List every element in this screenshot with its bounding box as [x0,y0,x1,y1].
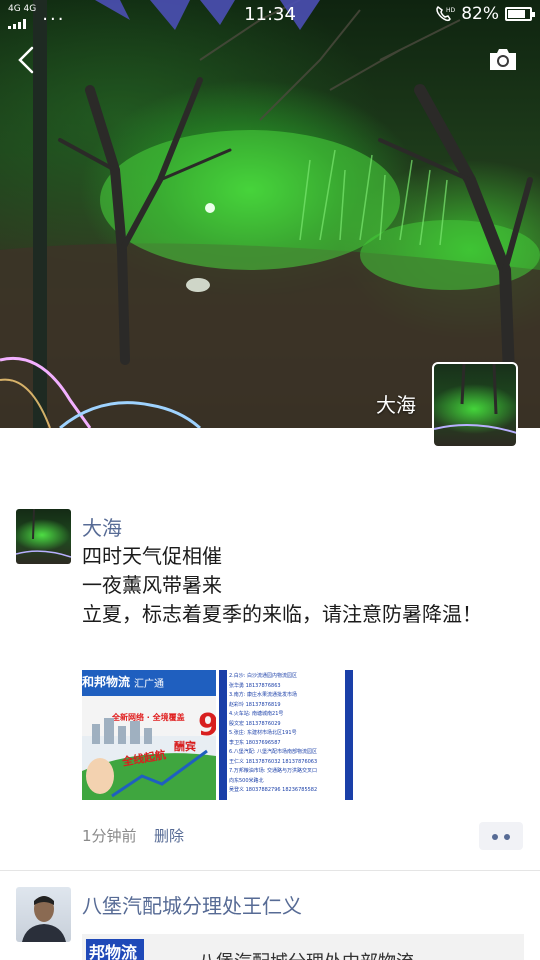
delete-button[interactable]: 删除 [154,825,184,846]
status-bar: 4G 4G ··· 11:34 HD 82% [0,0,540,30]
thumb2-line: 向东500米路北 [229,777,264,784]
post-username[interactable]: 大海 [82,512,122,541]
dot-icon [504,834,510,840]
thumb1-header: 和邦物流 汇广通 [82,670,216,696]
post-timestamp: 1分钟前 [82,827,137,845]
post-text-line: 四时天气促相催 [82,544,222,568]
cover-avatar[interactable] [432,362,518,448]
thumb2-sheet: 2.白沙: 白沙流通园内物流园区 张华勇 18137876863 3.南方: 康… [227,670,345,800]
avatar-scene [434,364,516,434]
post-avatar[interactable] [16,509,71,564]
thumb2-line: 吴登义 18037882796 18236785582 [229,787,318,793]
shared-link-card[interactable]: 邦物流 一、八堡汽配城分理处中部物流 [82,934,524,960]
thumb2-line: 殷文宏 18137876029 [229,720,281,727]
back-button[interactable] [14,44,42,76]
dot-icon [492,834,498,840]
cover-owner-name: 大海 [376,393,416,417]
svg-text:HD: HD [446,7,455,14]
post-image-1[interactable]: 和邦物流 汇广通 全新网络 · 全境覆盖 全线起航 酬宾 9 [82,670,216,800]
battery-icon [505,7,535,21]
post-divider [0,870,540,871]
thumb1-big-digit: 9 [198,708,216,743]
comment-like-button[interactable] [479,822,523,850]
thumb1-brand1: 和邦物流 [82,675,131,689]
thumb1-slogan3: 酬宾 [174,740,196,753]
thumb2-line: 王仁义 18137876032 18137876063 [229,758,318,765]
thumb2-line: 6.八堡汽配: 八堡汽配市场南部物流园区 [229,749,318,755]
share-title: 一、八堡汽配城分理处中部物流 [162,948,414,960]
post-text: 四时天气促相催 一夜薰风带暑来 立夏，标志着夏季的来临，请注意防暑降温！ [82,542,512,629]
camera-button[interactable] [488,46,518,72]
thumb2-line: 李卫东 18037696587 [229,739,281,746]
post-text-line: 立夏，标志着夏季的来临，请注意防暑降温！ [82,602,482,626]
thumb2-line: 赵彩玲 18137876819 [229,701,281,708]
thumb2-line: 2.白沙: 白沙流通园内物流园区 [229,673,298,679]
person-avatar-icon [22,896,66,942]
post-avatar[interactable] [16,887,71,942]
hd-call-icon: HD [436,6,455,22]
thumb2-line: 4.火车站: 南塘城南21号 [229,711,284,717]
thumb1-brand2: 汇广通 [134,679,164,690]
avatar-thumb [16,509,71,558]
battery-fill [508,10,526,18]
status-right: HD 82% [435,4,535,24]
camera-icon [490,49,516,70]
thumb2-line: 3.南方: 康庄水果流通批发市场 [229,692,298,698]
post-username[interactable]: 八堡汽配城分理处王仁义 [82,890,302,919]
post-text-line: 一夜薰风带暑来 [82,573,222,597]
share-thumb: 邦物流 [86,939,144,960]
battery-percent: 82% [461,4,499,24]
thumb2-line: 7.万邦粮油市场: 交通路与万洪路交叉口 [229,768,318,774]
back-arrow-icon [18,46,34,74]
post-image-2[interactable]: 2.白沙: 白沙流通园内物流园区 张华勇 18137876863 3.南方: 康… [219,670,353,800]
thumb2-line: 5.张庄: 东建材市场北区191号 [229,730,297,736]
thumb2-line: 张华勇 18137876863 [229,682,281,689]
